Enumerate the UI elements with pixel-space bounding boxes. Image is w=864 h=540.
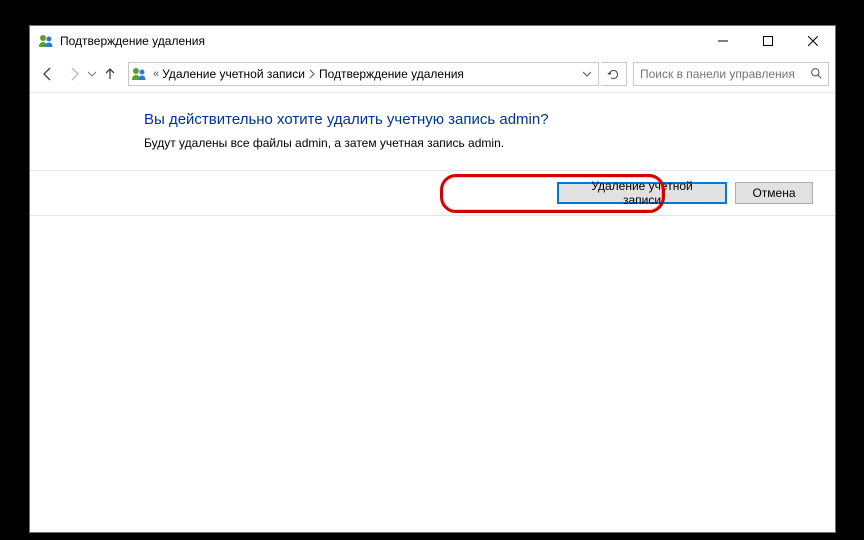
navigation-bar: « Удаление учетной записи Подтверждение … [30, 56, 835, 92]
page-description: Будут удалены все файлы admin, а затем у… [144, 136, 811, 150]
window-title: Подтверждение удаления [60, 34, 700, 48]
cancel-button[interactable]: Отмена [735, 182, 813, 204]
recent-locations-dropdown[interactable] [88, 70, 96, 78]
search-icon [810, 67, 824, 81]
back-button[interactable] [36, 62, 60, 86]
titlebar: Подтверждение удаления [30, 26, 835, 56]
close-button[interactable] [790, 26, 835, 56]
user-accounts-icon [38, 33, 54, 49]
chevron-right-icon [305, 69, 319, 79]
window: Подтверждение удаления [29, 25, 836, 533]
forward-button[interactable] [62, 62, 86, 86]
delete-account-button[interactable]: Удаление учетной записи [557, 182, 727, 204]
address-dropdown[interactable] [578, 70, 596, 78]
page-heading: Вы действительно хотите удалить учетную … [144, 111, 811, 128]
maximize-button[interactable] [745, 26, 790, 56]
user-accounts-icon [131, 66, 147, 82]
refresh-button[interactable] [601, 62, 627, 86]
breadcrumb-overflow[interactable]: « [150, 68, 162, 80]
breadcrumb-item[interactable]: Удаление учетной записи [162, 67, 305, 81]
breadcrumb: « Удаление учетной записи Подтверждение … [150, 63, 578, 85]
minimize-button[interactable] [700, 26, 745, 56]
window-controls [700, 26, 835, 56]
content-area: Вы действительно хотите удалить учетную … [30, 93, 835, 532]
search-input[interactable] [638, 66, 810, 82]
button-row: Удаление учетной записи Отмена [30, 170, 835, 216]
address-bar[interactable]: « Удаление учетной записи Подтверждение … [128, 62, 599, 86]
breadcrumb-item[interactable]: Подтверждение удаления [319, 67, 464, 81]
search-box[interactable] [633, 62, 829, 86]
up-button[interactable] [98, 62, 122, 86]
